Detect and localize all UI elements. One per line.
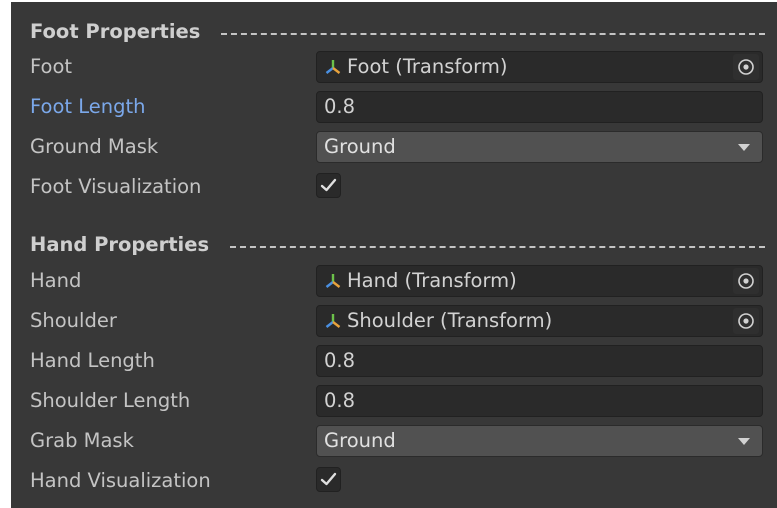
ground-mask-value: Ground: [324, 135, 396, 158]
checkmark-icon: [320, 472, 337, 486]
object-picker-button[interactable]: [733, 268, 759, 294]
grab-mask-row: Grab Mask Ground: [11, 421, 777, 461]
checkmark-icon: [320, 178, 337, 192]
foot-visualization-label: Foot Visualization: [30, 175, 202, 198]
hand-length-row: Hand Length 0.8: [11, 341, 777, 381]
hand-length-input[interactable]: 0.8: [316, 345, 763, 377]
transform-axes-icon: [325, 60, 341, 74]
foot-value: Foot (Transform): [347, 55, 508, 78]
shoulder-label: Shoulder: [30, 309, 117, 332]
hand-label: Hand: [30, 269, 82, 292]
hand-visualization-checkbox[interactable]: [316, 467, 341, 492]
grab-mask-value: Ground: [324, 429, 396, 452]
hand-properties-header: Hand Properties: [11, 227, 777, 263]
foot-visualization-checkbox[interactable]: [316, 173, 341, 198]
shoulder-value: Shoulder (Transform): [347, 309, 553, 332]
object-picker-icon: [738, 273, 754, 289]
hand-visualization-row: Hand Visualization: [11, 461, 777, 501]
header-divider: [230, 246, 765, 248]
foot-length-label: Foot Length: [30, 95, 146, 118]
foot-length-value: 0.8: [324, 95, 356, 118]
dropdown-caret-icon: [738, 144, 750, 151]
shoulder-row: Shoulder Shoulder (Transform): [11, 301, 777, 341]
transform-axes-icon: [325, 274, 341, 288]
hand-object-field[interactable]: Hand (Transform): [316, 265, 763, 297]
shoulder-length-value: 0.8: [324, 389, 356, 412]
foot-label: Foot: [30, 55, 73, 78]
object-picker-icon: [738, 313, 754, 329]
foot-object-field[interactable]: Foot (Transform): [316, 51, 763, 83]
ground-mask-dropdown[interactable]: Ground: [316, 131, 763, 163]
shoulder-length-label: Shoulder Length: [30, 389, 191, 412]
ground-mask-label: Ground Mask: [30, 135, 159, 158]
object-picker-button[interactable]: [733, 54, 759, 80]
shoulder-length-input[interactable]: 0.8: [316, 385, 763, 417]
shoulder-object-field[interactable]: Shoulder (Transform): [316, 305, 763, 337]
ground-mask-row: Ground Mask Ground: [11, 127, 777, 167]
shoulder-length-row: Shoulder Length 0.8: [11, 381, 777, 421]
inspector-panel: Foot Properties Foot Foot (Transform) Fo…: [11, 2, 777, 508]
foot-properties-header: Foot Properties: [11, 14, 777, 50]
transform-axes-icon: [325, 314, 341, 328]
foot-length-row: Foot Length 0.8: [11, 87, 777, 127]
grab-mask-dropdown[interactable]: Ground: [316, 425, 763, 457]
foot-length-input[interactable]: 0.8: [316, 91, 763, 123]
hand-length-value: 0.8: [324, 349, 356, 372]
grab-mask-label: Grab Mask: [30, 429, 134, 452]
dropdown-caret-icon: [738, 438, 750, 445]
section-title: Foot Properties: [30, 20, 201, 43]
hand-visualization-label: Hand Visualization: [30, 469, 211, 492]
foot-row: Foot Foot (Transform): [11, 47, 777, 87]
object-picker-icon: [738, 59, 754, 75]
section-title: Hand Properties: [30, 233, 210, 256]
hand-length-label: Hand Length: [30, 349, 155, 372]
hand-row: Hand Hand (Transform): [11, 261, 777, 301]
header-divider: [221, 33, 765, 35]
hand-value: Hand (Transform): [347, 269, 517, 292]
object-picker-button[interactable]: [733, 308, 759, 334]
foot-visualization-row: Foot Visualization: [11, 167, 777, 207]
